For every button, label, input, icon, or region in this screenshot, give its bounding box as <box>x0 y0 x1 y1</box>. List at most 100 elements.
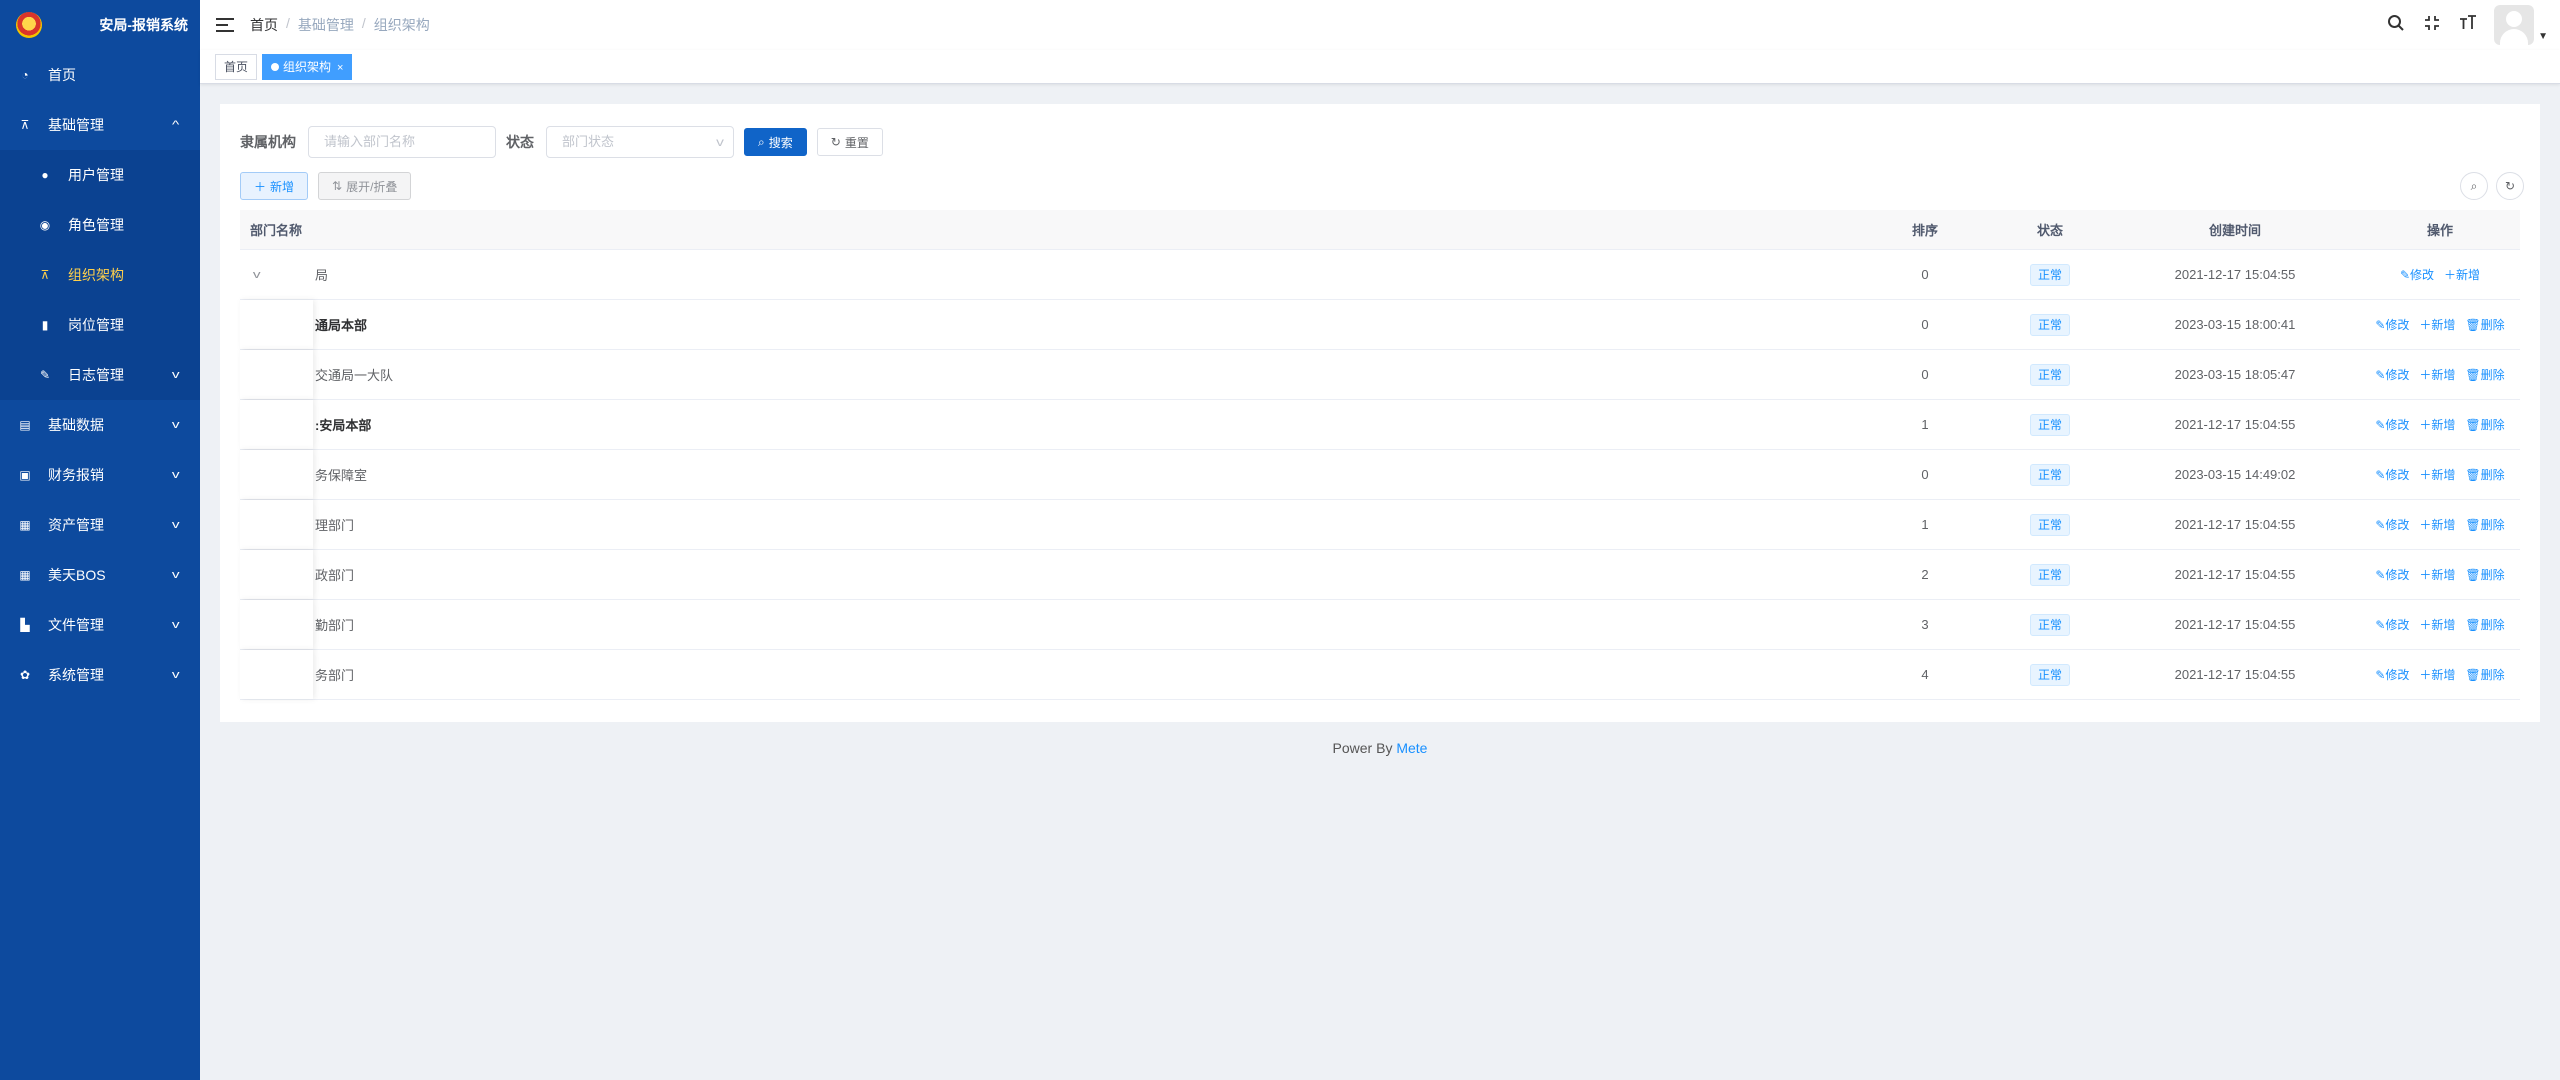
reset-button[interactable]: ↻ 重置 <box>816 128 883 156</box>
tag-home[interactable]: 首页 <box>215 53 258 80</box>
sidebar-item-posts[interactable]: ▮ 岗位管理 <box>0 300 200 350</box>
status-badge: 正常 <box>2029 313 2070 336</box>
refresh-icon: ↻ <box>830 135 841 149</box>
add-button[interactable]: ＋新增 <box>240 172 309 200</box>
breadcrumb: 首页 / 基础管理 / 组织架构 <box>250 15 430 35</box>
chevron-down-icon: v <box>171 619 180 631</box>
table-row: :安局本部 1 正常 2021-12-17 15:04:55 ✎修改 ＋新增 🗑… <box>240 400 2520 450</box>
search-icon: ⌕ <box>758 134 765 149</box>
edit-button[interactable]: ✎修改 <box>2375 316 2409 333</box>
add-child-button[interactable]: ＋新增 <box>2444 266 2480 283</box>
dept-name-cell: 勤部门 <box>240 600 1860 649</box>
sidebar-item-roles[interactable]: ◉ 角色管理 <box>0 200 200 250</box>
add-child-button[interactable]: ＋新增 <box>2419 566 2455 583</box>
delete-button[interactable]: 🗑删除 <box>2465 366 2504 383</box>
edit-button[interactable]: ✎修改 <box>2375 666 2409 683</box>
add-child-button[interactable]: ＋新增 <box>2419 616 2455 633</box>
dept-name: 务保障室 <box>315 468 368 483</box>
sidebar-item-assets[interactable]: ▦ 资产管理 v <box>0 500 200 550</box>
app-title: 安局-报销系统 <box>99 17 188 33</box>
delete-button[interactable]: 🗑删除 <box>2465 466 2504 483</box>
status-cell: 正常 <box>1990 363 2110 386</box>
add-child-button[interactable]: ＋新增 <box>2419 416 2455 433</box>
dept-name: 勤部门 <box>315 618 355 633</box>
time-cell: 2023-03-15 14:49:02 <box>2174 467 2296 482</box>
dashboard-icon: ◔ <box>21 68 29 82</box>
chevron-down-icon: v <box>171 469 180 481</box>
close-icon[interactable]: × <box>337 62 343 74</box>
sidebar-item-files[interactable]: ▙ 文件管理 v <box>0 600 200 650</box>
edit-button[interactable]: ✎修改 <box>2375 616 2409 633</box>
sidebar-item-system[interactable]: ✿ 系统管理 v <box>0 650 200 700</box>
hamburger-icon[interactable] <box>216 18 234 32</box>
sidebar-item-logs[interactable]: ✎ 日志管理 v <box>0 350 200 400</box>
status-badge: 正常 <box>2029 613 2070 636</box>
add-child-button[interactable]: ＋新增 <box>2419 466 2455 483</box>
active-dot-icon <box>271 62 280 71</box>
sidebar-item-bos[interactable]: ▦ 美天BOS v <box>0 550 200 600</box>
breadcrumb-home[interactable]: 首页 <box>250 15 278 35</box>
dept-name-input[interactable]: 请输入部门名称 <box>308 126 496 158</box>
col-status: 状态 <box>2036 223 2063 238</box>
delete-button[interactable]: 🗑删除 <box>2465 566 2504 583</box>
edit-button[interactable]: ✎修改 <box>2375 516 2409 533</box>
status-select[interactable]: 部门状态 v <box>546 126 734 158</box>
sidebar-item-users[interactable]: ● 用户管理 <box>0 150 200 200</box>
sidebar-item-home[interactable]: ◔ 首页 <box>0 50 200 100</box>
chevron-down-icon: v <box>171 419 180 431</box>
tag-org-structure[interactable]: 组织架构 × <box>262 53 353 80</box>
sidebar-item-label: 岗位管理 <box>68 317 124 333</box>
caret-down-icon[interactable]: ▼ <box>2538 31 2548 42</box>
status-badge: 正常 <box>2029 513 2070 536</box>
add-child-button[interactable]: ＋新增 <box>2419 666 2455 683</box>
sidebar-item-org-structure[interactable]: ⊼ 组织架构 <box>0 250 200 300</box>
refresh-button[interactable]: ↻ <box>2496 172 2524 200</box>
delete-button[interactable]: 🗑删除 <box>2465 616 2504 633</box>
sidebar-item-finance[interactable]: ▣ 财务报销 v <box>0 450 200 500</box>
ops-cell: ✎修改 ＋新增 <box>2360 266 2520 283</box>
table-header: 部门名称 排序 状态 创建时间 操作 <box>240 210 2520 250</box>
add-child-button[interactable]: ＋新增 <box>2419 316 2455 333</box>
sidebar-item-label: 用户管理 <box>68 167 124 183</box>
delete-button[interactable]: 🗑删除 <box>2465 416 2504 433</box>
status-badge: 正常 <box>2029 463 2070 486</box>
sidebar-item-label: 组织架构 <box>68 267 124 283</box>
chevron-down-icon[interactable]: v <box>253 269 261 281</box>
dept-name: :安局本部 <box>315 418 372 433</box>
table-row: 理部门 1 正常 2021-12-17 15:04:55 ✎修改 ＋新增 🗑删除 <box>240 500 2520 550</box>
search-icon[interactable] <box>2386 14 2406 37</box>
delete-button[interactable]: 🗑删除 <box>2465 666 2504 683</box>
ops-cell: ✎修改 ＋新增 🗑删除 <box>2360 366 2520 383</box>
add-child-button[interactable]: ＋新增 <box>2419 516 2455 533</box>
delete-button[interactable]: 🗑删除 <box>2465 316 2504 333</box>
dept-name-cell: :安局本部 <box>240 400 1860 449</box>
sidebar-item-label: 基础数据 <box>48 417 104 433</box>
search-button[interactable]: ⌕ 搜索 <box>744 128 807 156</box>
peoples-icon: ◉ <box>39 218 51 232</box>
sidebar-item-basic-data[interactable]: ▤ 基础数据 v <box>0 400 200 450</box>
status-cell: 正常 <box>1990 413 2110 436</box>
edit-button[interactable]: ✎修改 <box>2375 366 2409 383</box>
toggle-search-button[interactable]: ⌕ <box>2460 172 2488 200</box>
sidebar-item-label: 文件管理 <box>48 617 104 633</box>
edit-button[interactable]: ✎修改 <box>2375 566 2409 583</box>
avatar[interactable] <box>2494 5 2535 45</box>
font-size-icon[interactable] <box>2458 14 2478 37</box>
edit-button[interactable]: ✎修改 <box>2375 466 2409 483</box>
status-cell: 正常 <box>1990 513 2110 536</box>
delete-button[interactable]: 🗑删除 <box>2465 516 2504 533</box>
ops-cell: ✎修改 ＋新增 🗑删除 <box>2360 616 2520 633</box>
edit-button[interactable]: ✎修改 <box>2400 266 2434 283</box>
logo[interactable]: 安局-报销系统 <box>0 0 200 50</box>
fullscreen-exit-icon[interactable] <box>2422 14 2442 37</box>
ops-cell: ✎修改 ＋新增 🗑删除 <box>2360 416 2520 433</box>
sidebar-item-basic-management[interactable]: ⊼ 基础管理 ^ <box>0 100 200 150</box>
sidebar-item-label: 系统管理 <box>48 667 104 683</box>
footer-link[interactable]: Mete <box>1396 740 1427 756</box>
sort-cell: 4 <box>1921 667 1929 682</box>
edit-button[interactable]: ✎修改 <box>2375 416 2409 433</box>
add-child-button[interactable]: ＋新增 <box>2419 366 2455 383</box>
dept-name-cell: 理部门 <box>240 500 1860 549</box>
expand-collapse-button[interactable]: ⇅ 展开/折叠 <box>318 172 412 200</box>
money-icon: ▣ <box>19 468 31 482</box>
